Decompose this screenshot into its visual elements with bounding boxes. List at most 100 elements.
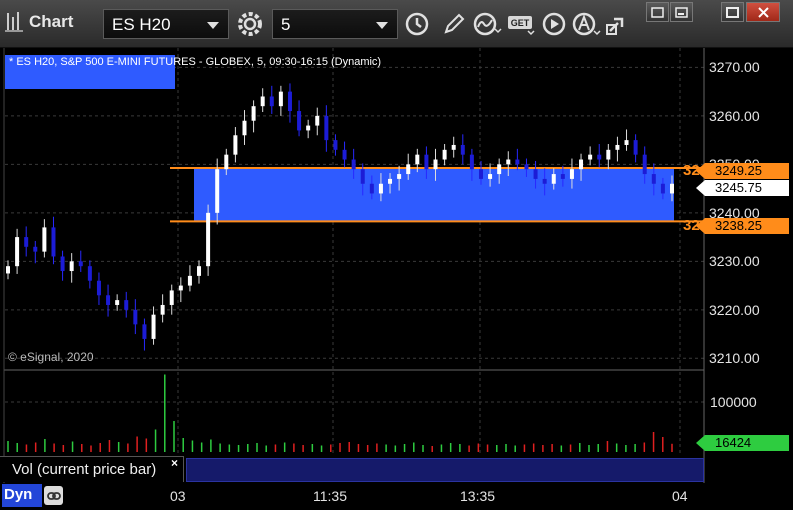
replay-button[interactable] xyxy=(539,9,569,39)
candle-body xyxy=(160,304,165,315)
price-tick-label: 3220.00 xyxy=(709,301,760,318)
candle-body xyxy=(415,154,420,165)
candle-body xyxy=(488,174,493,179)
candle-body xyxy=(360,169,365,184)
study-label: Vol (current price bar) xyxy=(12,461,157,478)
get-data-button[interactable]: GET xyxy=(506,9,536,39)
studies-button[interactable] xyxy=(472,9,502,39)
candle-body xyxy=(624,140,629,145)
candle-body xyxy=(533,169,538,179)
play-icon xyxy=(542,12,566,36)
watermark: © eSignal, 2020 xyxy=(8,350,94,364)
candle-body xyxy=(242,120,247,136)
candle-body xyxy=(33,246,38,252)
candle-body xyxy=(515,159,520,165)
candle-body xyxy=(551,174,556,184)
study-strip xyxy=(186,458,704,482)
candle-body xyxy=(342,149,347,160)
candle-body xyxy=(406,164,411,175)
close-icon xyxy=(757,6,769,18)
candle-body xyxy=(442,149,447,160)
candle-body xyxy=(615,144,620,150)
candle-body xyxy=(233,135,238,155)
upper-level-price: 3249.25 xyxy=(715,163,762,178)
candle-body xyxy=(224,154,229,170)
candle-body xyxy=(251,106,256,121)
candle-body xyxy=(542,178,547,184)
candle-body xyxy=(506,159,511,165)
candle-body xyxy=(524,164,529,170)
last-price-tag: 3245.75 xyxy=(696,180,789,196)
candle-body xyxy=(660,183,665,194)
candle-body xyxy=(24,237,29,247)
candle-body xyxy=(597,154,602,160)
study-wave-icon xyxy=(473,12,502,36)
interval-value: 5 xyxy=(281,15,291,34)
candle-body xyxy=(497,164,502,175)
candle-body xyxy=(560,174,565,179)
candle-body xyxy=(606,149,611,160)
candle-body xyxy=(6,266,10,274)
candle-body xyxy=(96,280,101,296)
minimize-button[interactable] xyxy=(670,2,693,22)
candle-body xyxy=(206,212,211,267)
price-chart[interactable] xyxy=(0,48,793,483)
candle-body xyxy=(215,169,220,213)
draw-tool-button[interactable] xyxy=(439,9,469,39)
get-data-icon: GET xyxy=(508,16,535,36)
study-close-icon[interactable]: × xyxy=(171,456,178,470)
chart-grid xyxy=(5,48,704,456)
candle-body xyxy=(142,324,147,339)
candle-body xyxy=(397,174,402,179)
last-volume: 16424 xyxy=(715,435,752,450)
upper-level-price-tag: 3249.25 xyxy=(696,163,789,179)
candle-body xyxy=(87,266,92,281)
candle-body xyxy=(651,174,656,184)
lower-level-price-tag: 3238.25 xyxy=(696,218,789,234)
candle-body xyxy=(187,275,192,286)
price-zone-rectangle[interactable] xyxy=(194,168,674,222)
candle-body xyxy=(460,144,465,155)
candle-body xyxy=(278,91,283,107)
candle-body xyxy=(670,183,674,194)
settings-button[interactable] xyxy=(235,9,265,39)
time-tick-label: 11:35 xyxy=(313,488,347,504)
link-button[interactable] xyxy=(602,9,632,39)
price-tick-label: 3260.00 xyxy=(709,107,760,124)
time-template-button[interactable] xyxy=(402,9,432,39)
candle-body xyxy=(60,256,65,272)
candle-body xyxy=(51,227,56,257)
candle-body xyxy=(69,261,74,272)
candle-body xyxy=(469,154,474,170)
candle-body xyxy=(569,169,574,179)
alert-button[interactable] xyxy=(571,9,601,39)
chevron-down-icon xyxy=(376,22,388,29)
candle-body xyxy=(579,159,584,170)
price-tick-label: 3230.00 xyxy=(709,253,760,270)
candle-body xyxy=(124,300,129,310)
candle-body xyxy=(324,115,329,141)
candle-body xyxy=(333,140,338,150)
candle-body xyxy=(42,227,47,252)
chain-link-icon[interactable] xyxy=(44,486,63,505)
minimize-icon xyxy=(675,6,688,18)
interval-select[interactable]: 5 xyxy=(272,9,398,39)
close-button[interactable] xyxy=(746,2,780,22)
candle-body xyxy=(351,159,356,170)
restore-button[interactable] xyxy=(646,2,669,22)
dynamic-mode-label: Dyn xyxy=(4,486,33,503)
candle-body xyxy=(197,266,202,276)
candle-body xyxy=(106,295,111,305)
alert-icon xyxy=(572,12,601,36)
maximize-button[interactable] xyxy=(721,2,744,22)
last-volume-tag: 16424 xyxy=(696,435,789,451)
candle-body xyxy=(588,154,593,160)
candle-body xyxy=(297,111,302,131)
symbol-select[interactable]: ES H20 xyxy=(103,9,229,39)
candle-body xyxy=(451,144,456,150)
symbol-value: ES H20 xyxy=(112,15,171,34)
window-title: Chart xyxy=(29,12,74,31)
lower-level-price: 3238.25 xyxy=(715,218,762,233)
settings-gear-icon xyxy=(238,12,262,36)
candle-body xyxy=(133,309,138,325)
